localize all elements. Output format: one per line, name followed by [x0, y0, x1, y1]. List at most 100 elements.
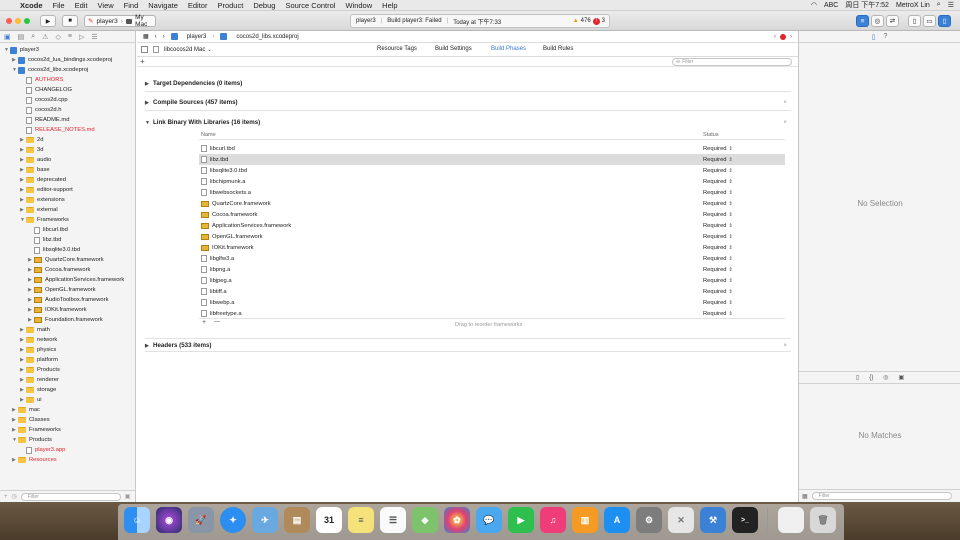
object-library-icon[interactable]: ◎	[883, 374, 888, 381]
tree-item[interactable]: ▶ network	[20, 335, 57, 345]
tree-item[interactable]: ▶ Products	[20, 365, 60, 375]
tree-item[interactable]: ▶ Cocoa.framework	[28, 265, 90, 275]
tree-item[interactable]: ▶ Foundation.framework	[28, 315, 103, 325]
photos-icon[interactable]: ✿	[444, 507, 470, 533]
tree-item[interactable]: RELEASE_NOTES.md	[20, 125, 95, 135]
library-row[interactable]: libjpeg.a Required ⇕	[199, 275, 785, 286]
tree-item[interactable]: ▶ ui	[20, 395, 42, 405]
standard-editor-button[interactable]: ≡	[856, 15, 869, 27]
warning-count[interactable]: 476	[581, 18, 591, 24]
library-row[interactable]: libchipmunk.a Required ⇕	[199, 176, 785, 187]
library-status-select[interactable]: Required ⇕	[703, 234, 733, 240]
library-status-select[interactable]: Required ⇕	[703, 157, 733, 163]
tree-item[interactable]: ▶ AudioToolbox.framework	[28, 295, 108, 305]
remove-phase-icon[interactable]: ×	[783, 339, 787, 353]
tree-item[interactable]: ▶ IOKit.framework	[28, 305, 87, 315]
tab-build-settings[interactable]: Build Settings	[435, 46, 472, 52]
tree-item[interactable]: libcurl.tbd	[28, 225, 68, 235]
column-header-name[interactable]: Name	[201, 132, 216, 138]
phase-link-binary[interactable]: ▼ Link Binary With Libraries (16 items) ×	[145, 117, 791, 131]
add-library-button[interactable]: +	[202, 319, 206, 326]
tree-item[interactable]: AUTHORS	[20, 75, 63, 85]
menu-editor[interactable]: Editor	[188, 1, 208, 10]
ibooks-icon[interactable]: ▥	[572, 507, 598, 533]
trash-icon[interactable]: 🗑	[810, 507, 836, 533]
library-status-select[interactable]: Required ⇕	[703, 267, 733, 273]
facetime-icon[interactable]: ▶	[508, 507, 534, 533]
remove-phase-icon[interactable]: ×	[783, 97, 787, 109]
toggle-navigator-button[interactable]: ▯	[908, 15, 921, 27]
phase-headers[interactable]: ▶ Headers (533 items) ×	[145, 338, 791, 352]
library-status-select[interactable]: Required ⇕	[703, 300, 733, 306]
tree-item[interactable]: ▶ base	[20, 165, 50, 175]
media-library-icon[interactable]: ▣	[898, 374, 904, 381]
library-row[interactable]: OpenGL.framework Required ⇕	[199, 231, 785, 242]
breadcrumb-cocos2d-libs[interactable]: cocos2d_libs.xcodeproj	[236, 34, 298, 40]
tab-build-phases[interactable]: Build Phases	[491, 46, 526, 52]
maps-icon[interactable]: ◈	[412, 507, 438, 533]
recent-files-icon[interactable]: ◷	[12, 493, 17, 500]
error-icon[interactable]: !	[592, 17, 600, 25]
remove-phase-icon[interactable]: ×	[783, 117, 787, 129]
warning-icon[interactable]: ▲	[573, 18, 579, 24]
tree-item[interactable]: ▼ Products	[12, 435, 52, 445]
menu-edit[interactable]: Edit	[75, 1, 88, 10]
tree-item[interactable]: ▶ 3d	[20, 145, 43, 155]
run-button[interactable]: ▶	[40, 15, 56, 27]
menu-help[interactable]: Help	[382, 1, 397, 10]
tree-item[interactable]: cocos2d.cpp	[20, 95, 68, 105]
tree-item[interactable]: ▶ cocos2d_lua_bindings.xcodeproj	[12, 55, 112, 65]
symbol-navigator-tab-icon[interactable]: ▤	[18, 33, 25, 41]
tab-build-rules[interactable]: Build Rules	[543, 46, 573, 52]
siri-icon[interactable]: ◉	[156, 507, 182, 533]
menu-file[interactable]: File	[53, 1, 65, 10]
tree-item[interactable]: ▶ deprecated	[20, 175, 66, 185]
launchpad-icon[interactable]: 🚀	[188, 507, 214, 533]
column-header-status[interactable]: Status	[703, 132, 719, 138]
next-issue-icon[interactable]: ›	[790, 34, 792, 40]
library-row[interactable]: libwebp.a Required ⇕	[199, 297, 785, 308]
tree-item[interactable]: libsqlite3.0.tbd	[28, 245, 80, 255]
menu-navigate[interactable]: Navigate	[148, 1, 178, 10]
notes-icon[interactable]: ≡	[348, 507, 374, 533]
xcode-helper-icon[interactable]: ✕	[668, 507, 694, 533]
app-store-icon[interactable]: A	[604, 507, 630, 533]
library-status-select[interactable]: Required ⇕	[703, 190, 733, 196]
library-status-select[interactable]: Required ⇕	[703, 311, 733, 317]
library-row[interactable]: ApplicationServices.framework Required ⇕	[199, 220, 785, 231]
library-status-select[interactable]: Required ⇕	[703, 168, 733, 174]
tree-item[interactable]: libz.tbd	[28, 235, 61, 245]
menu-source-control[interactable]: Source Control	[285, 1, 335, 10]
minimize-window-button[interactable]	[15, 18, 21, 24]
tree-item[interactable]: ▶ renderer	[20, 375, 59, 385]
library-row[interactable]: QuartzCore.framework Required ⇕	[199, 198, 785, 209]
reminders-icon[interactable]: ☰	[380, 507, 406, 533]
menu-window[interactable]: Window	[345, 1, 372, 10]
close-window-button[interactable]	[6, 18, 12, 24]
tree-item[interactable]: ▶ editor-support	[20, 185, 73, 195]
project-navigator-tab-icon[interactable]: ▣	[4, 33, 11, 41]
breadcrumb-player3[interactable]: player3	[187, 34, 207, 40]
related-items-icon[interactable]: ▦	[143, 33, 149, 40]
disclosure-right-icon[interactable]: ▶	[145, 97, 153, 109]
disclosure-right-icon[interactable]: ▶	[145, 339, 153, 353]
menu-debug[interactable]: Debug	[253, 1, 275, 10]
activity-viewer[interactable]: player3 | Build player3: Failed | Today …	[350, 14, 610, 28]
library-status-select[interactable]: Required ⇕	[703, 179, 733, 185]
code-snippet-library-icon[interactable]: {}	[869, 375, 873, 381]
tree-item[interactable]: cocos2d.h	[20, 105, 61, 115]
library-status-select[interactable]: Required ⇕	[703, 278, 733, 284]
menu-product[interactable]: Product	[217, 1, 243, 10]
library-status-select[interactable]: Required ⇕	[703, 201, 733, 207]
contacts-icon[interactable]: ▤	[284, 507, 310, 533]
tree-item[interactable]: ▶ math	[20, 325, 50, 335]
menu-view[interactable]: View	[98, 1, 114, 10]
library-row[interactable]: libpng.a Required ⇕	[199, 264, 785, 275]
tree-item[interactable]: ▼ cocos2d_libs.xcodeproj	[12, 65, 88, 75]
terminal-icon[interactable]: >_	[732, 507, 758, 533]
scheme-selector[interactable]: ✎ player3 › My Mac	[84, 14, 156, 28]
forward-icon[interactable]: ›	[163, 34, 165, 40]
library-status-select[interactable]: Required ⇕	[703, 212, 733, 218]
library-filter-input[interactable]: Filter	[811, 492, 952, 500]
finder-icon[interactable]: ☺	[124, 507, 150, 533]
